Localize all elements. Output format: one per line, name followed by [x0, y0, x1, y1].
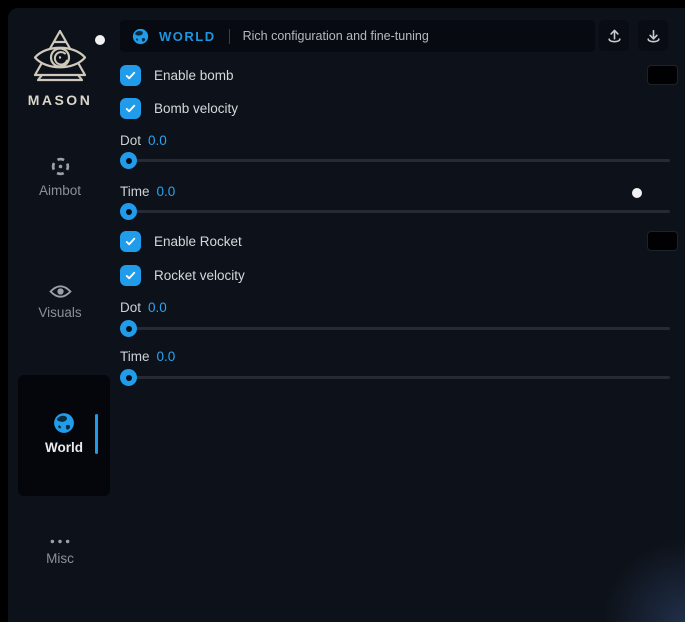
eye-icon: [49, 284, 72, 299]
rocket-color-swatch[interactable]: [647, 231, 678, 251]
sidebar-item-label: Visuals: [38, 305, 81, 320]
header-divider: [229, 29, 230, 44]
checkbox-label: Rocket velocity: [154, 268, 245, 283]
checkbox-rocket-velocity[interactable]: [120, 265, 141, 286]
checkbox-enable-rocket[interactable]: [120, 231, 141, 252]
checkbox-label: Enable bomb: [154, 68, 234, 83]
slider-handle[interactable]: [120, 369, 137, 386]
sidebar-item-world[interactable]: World: [18, 375, 110, 496]
section-header: WORLD Rich configuration and fine-tuning: [120, 20, 595, 52]
screen: MASON Aimbot Visuals: [0, 0, 685, 622]
slider-value: 0.0: [157, 184, 176, 200]
globe-icon: [132, 28, 149, 45]
checkbox-enable-bomb[interactable]: [120, 65, 141, 86]
crosshair-icon: [50, 156, 71, 177]
download-config-button[interactable]: [638, 20, 668, 51]
sidebar-item-label: Misc: [46, 551, 74, 566]
brand-name: MASON: [16, 92, 104, 108]
slider-caption: Time 0.0: [120, 349, 175, 365]
slider-handle[interactable]: [120, 152, 137, 169]
download-icon: [645, 27, 662, 44]
checkmark-icon: [124, 235, 137, 248]
slider-value: 0.0: [148, 300, 167, 316]
checkbox-row-rocket-velocity[interactable]: Rocket velocity: [120, 264, 245, 286]
slider-track[interactable]: [120, 159, 670, 162]
sidebar-item-aimbot[interactable]: Aimbot: [16, 156, 104, 198]
checkbox-row-enable-rocket[interactable]: Enable Rocket: [120, 230, 242, 252]
cursor-dot: [95, 35, 105, 45]
sidebar-item-misc[interactable]: Misc: [16, 538, 104, 566]
slider-rocket-dot[interactable]: [120, 319, 670, 337]
slider-track[interactable]: [120, 327, 670, 330]
slider-bomb-time[interactable]: [120, 202, 670, 220]
slider-handle[interactable]: [120, 320, 137, 337]
globe-icon: [53, 412, 75, 434]
slider-rocket-time[interactable]: [120, 368, 670, 386]
bomb-color-swatch[interactable]: [647, 65, 678, 85]
checkmark-icon: [124, 69, 137, 82]
slider-label: Time: [120, 184, 150, 200]
checkbox-row-bomb-velocity[interactable]: Bomb velocity: [120, 97, 238, 119]
sidebar-item-label: World: [45, 440, 83, 455]
menu-window: MASON Aimbot Visuals: [8, 8, 685, 622]
active-tab-indicator: [95, 414, 98, 454]
checkmark-icon: [124, 269, 137, 282]
upload-config-button[interactable]: [599, 20, 629, 51]
slider-caption: Dot 0.0: [120, 300, 167, 316]
ellipsis-icon: [48, 538, 72, 545]
slider-value: 0.0: [157, 349, 176, 365]
slider-label: Dot: [120, 133, 141, 149]
slider-bomb-dot[interactable]: [120, 151, 670, 169]
slider-caption: Time 0.0: [120, 184, 175, 200]
slider-caption: Dot 0.0: [120, 133, 167, 149]
section-title: WORLD: [159, 29, 216, 44]
slider-value: 0.0: [148, 133, 167, 149]
slider-track[interactable]: [120, 376, 670, 379]
checkbox-bomb-velocity[interactable]: [120, 98, 141, 119]
checkbox-label: Enable Rocket: [154, 234, 242, 249]
checkbox-label: Bomb velocity: [154, 101, 238, 116]
slider-track[interactable]: [120, 210, 670, 213]
sidebar-item-label: Aimbot: [39, 183, 81, 198]
checkmark-icon: [124, 102, 137, 115]
sidebar-item-visuals[interactable]: Visuals: [16, 284, 104, 320]
slider-label: Time: [120, 349, 150, 365]
slider-label: Dot: [120, 300, 141, 316]
cursor-dot: [632, 188, 642, 198]
upload-icon: [606, 27, 623, 44]
checkbox-row-enable-bomb[interactable]: Enable bomb: [120, 64, 234, 86]
slider-handle[interactable]: [120, 203, 137, 220]
mason-logo-icon: [28, 28, 92, 88]
section-subtitle: Rich configuration and fine-tuning: [243, 29, 429, 43]
